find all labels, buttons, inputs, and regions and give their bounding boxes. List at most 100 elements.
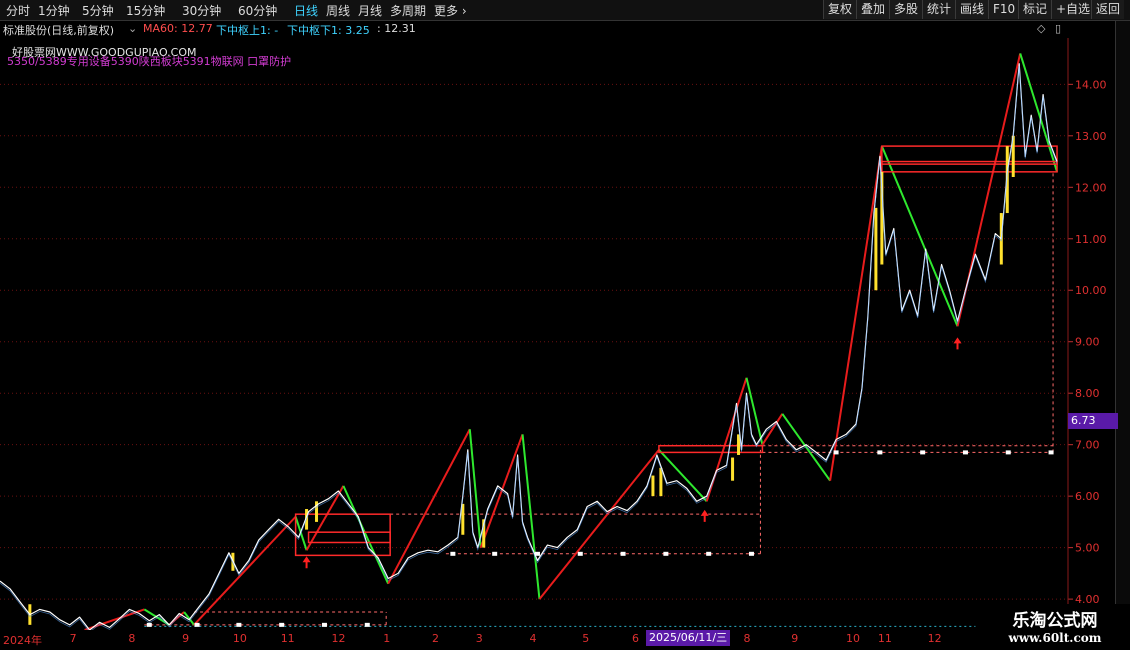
highlight-bar-10 <box>874 207 878 291</box>
x-tick-label-13: 8 <box>743 632 751 645</box>
stroke-segment-3 <box>183 611 195 626</box>
level-marker-1-2 <box>534 551 540 556</box>
pivot-box-4 <box>881 160 1058 165</box>
y-tick-label-0: 14.00 <box>1075 78 1107 91</box>
stock-title: 标准股份(日线,前复权) <box>3 24 115 37</box>
x-tick-label-3: 9 <box>182 632 190 645</box>
period-tab-5[interactable]: 60分钟 <box>238 2 277 19</box>
fold-icon[interactable]: ◇ <box>1037 22 1045 35</box>
stroke-segment-10 <box>479 434 524 548</box>
tool-button-2[interactable]: 多股 <box>889 0 922 19</box>
price-line <box>0 63 1058 631</box>
stroke-segment-0 <box>84 608 145 631</box>
stroke-segment-13 <box>658 449 708 502</box>
period-tab-4[interactable]: 30分钟 <box>182 2 221 19</box>
level-marker-0-0 <box>146 622 152 627</box>
period-tab-8[interactable]: 月线 <box>358 2 382 19</box>
x-tick-label-7: 1 <box>383 632 391 645</box>
tool-button-6[interactable]: 标记 <box>1018 0 1051 19</box>
pivot-box-2 <box>658 444 764 454</box>
stroke-segment-11 <box>521 434 541 600</box>
y-tick-label-5: 9.00 <box>1075 336 1100 349</box>
highlight-bar-8 <box>731 457 735 481</box>
level-marker-1-5 <box>663 551 669 556</box>
y-tick-label-8: 6.00 <box>1075 490 1100 503</box>
site-watermark: 乐淘公式网 www.60lt.com <box>980 604 1130 650</box>
highlight-bar-9 <box>737 434 741 455</box>
stroke-segment-5 <box>294 516 308 551</box>
level-marker-0-2 <box>236 622 242 627</box>
level-marker-2-5 <box>1048 450 1054 455</box>
crosshair-date-value: 2025/06/11/三 <box>649 631 728 644</box>
tool-button-3[interactable]: 统计 <box>922 0 955 19</box>
highlight-bar-12 <box>999 213 1003 265</box>
stroke-segment-19 <box>880 145 959 327</box>
highlight-bar-14 <box>1011 135 1015 177</box>
x-axis: 2024年7891011121234568910111212 <box>0 630 1130 650</box>
period-tab-9[interactable]: 多周期 <box>390 2 426 19</box>
tool-button-0[interactable]: 复权 <box>823 0 856 19</box>
stroke-segment-21 <box>1019 53 1058 173</box>
level-marker-0-5 <box>364 622 370 627</box>
price-chart: 14.00 13.00 12.00 11.00 10.00 9.00 8.00 7.00 6.0… <box>0 38 1107 636</box>
extra-value: : 12.31 <box>377 22 416 35</box>
site-watermark-url: www.60lt.com <box>1008 631 1102 645</box>
x-tick-label-2: 8 <box>128 632 136 645</box>
period-tab-7[interactable]: 周线 <box>326 2 350 19</box>
x-tick-label-17: 12 <box>927 632 942 645</box>
y-tick-label-2: 12.00 <box>1075 181 1107 194</box>
level-marker-0-3 <box>279 622 285 627</box>
current-price-tag: 6.73 <box>1068 413 1118 429</box>
stroke-segment-12 <box>538 449 660 600</box>
period-tab-3[interactable]: 15分钟 <box>126 2 165 19</box>
ma60-value: MA60: 12.77 <box>143 22 213 35</box>
level-marker-1-7 <box>748 551 754 556</box>
level-marker-1-6 <box>706 551 712 556</box>
site-watermark-title: 乐淘公式网 <box>1012 611 1098 631</box>
window-icon[interactable]: ▯ <box>1055 22 1061 35</box>
highlight-bar-0 <box>28 604 32 625</box>
concept-tags: 5350/5389专用设备5390陕西板块5391物联网 口罩防护 <box>7 55 292 68</box>
tool-button-5[interactable]: F10 <box>988 0 1018 19</box>
current-price-value: 6.73 <box>1071 414 1096 427</box>
period-tab-0[interactable]: 分时 <box>6 2 30 19</box>
settings-icon[interactable]: ⌄ <box>128 22 137 35</box>
level-marker-0-1 <box>194 622 200 627</box>
stroke-segment-17 <box>781 413 831 482</box>
x-tick-label-14: 9 <box>791 632 799 645</box>
highlight-bar-7 <box>659 467 663 497</box>
tool-button-7[interactable]: +自选 <box>1051 0 1091 19</box>
pivot-upper-value: 下中枢上1: - <box>216 24 279 37</box>
tool-button-8[interactable]: 返回 <box>1091 0 1124 19</box>
x-tick-label-0: 2024年 <box>2 634 42 647</box>
tool-button-4[interactable]: 画线 <box>955 0 988 19</box>
stroke-segment-14 <box>705 377 748 502</box>
y-tick-label-6: 8.00 <box>1075 387 1100 400</box>
right-side-panel[interactable] <box>1115 21 1130 631</box>
x-tick-label-5: 11 <box>280 632 295 645</box>
level-marker-2-1 <box>877 450 883 455</box>
x-tick-label-16: 11 <box>877 632 892 645</box>
tool-button-1[interactable]: 叠加 <box>856 0 889 19</box>
level-marker-0-4 <box>321 622 327 627</box>
period-tab-10[interactable]: 更多 › <box>434 2 467 19</box>
y-tick-label-3: 11.00 <box>1075 233 1107 246</box>
stroke-segment-16 <box>761 413 784 446</box>
x-tick-label-6: 12 <box>331 632 346 645</box>
top-toolbar: 分时 1分钟 5分钟 15分钟 30分钟 60分钟 日线 周线 月线 多周期 更多 › 返回 +自选 标记… <box>0 0 1130 21</box>
pivot-box-3 <box>881 145 1058 173</box>
stroke-segment-20 <box>956 53 1022 327</box>
crosshair-date-tag: 2025/06/11/三 <box>646 630 731 646</box>
level-marker-1-1 <box>492 551 498 556</box>
highlight-bar-4 <box>461 503 465 535</box>
highlight-bar-6 <box>651 475 655 497</box>
level-marker-1-3 <box>577 551 583 556</box>
buy-arrow-icon-1 <box>700 509 709 522</box>
highlight-bar-3 <box>315 501 319 522</box>
period-tab-6[interactable]: 日线 <box>294 2 318 19</box>
stroke-segment-1 <box>143 608 170 626</box>
y-tick-label-1: 13.00 <box>1075 130 1107 143</box>
period-tab-2[interactable]: 5分钟 <box>82 2 114 19</box>
period-tab-1[interactable]: 1分钟 <box>38 2 70 19</box>
x-tick-label-1: 7 <box>69 632 77 645</box>
